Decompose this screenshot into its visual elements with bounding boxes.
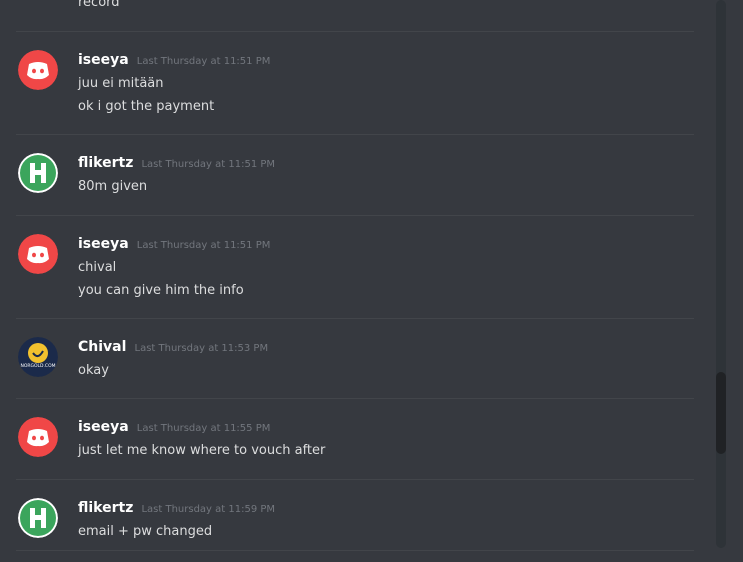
message-divider — [16, 550, 694, 551]
green-h-logo-icon — [18, 498, 58, 538]
message-divider — [16, 215, 694, 216]
username[interactable]: Chival — [78, 339, 126, 355]
username[interactable]: iseeya — [78, 236, 129, 252]
message-content: okay — [78, 359, 109, 382]
norgold-logo-icon: NORGOLD.COM — [18, 337, 58, 377]
message-text: ok i got the payment — [78, 99, 215, 114]
message-content: email + pw changed — [78, 520, 212, 543]
message-text: just let me know where to vouch after — [78, 443, 326, 458]
message-header: iseeya Last Thursday at 11:51 PM — [78, 234, 270, 255]
timestamp[interactable]: Last Thursday at 11:59 PM — [141, 504, 275, 515]
chat-message-list[interactable]: record iseeya Last Thursday at 11:51 PM … — [0, 0, 743, 562]
message-header: flikertz Last Thursday at 11:59 PM — [78, 498, 275, 519]
message-text-fragment: record — [78, 0, 120, 10]
message-divider — [16, 398, 694, 399]
username[interactable]: iseeya — [78, 52, 129, 68]
message-text: chival — [78, 260, 117, 275]
message-header: Chival Last Thursday at 11:53 PM — [78, 337, 268, 358]
user-avatar[interactable] — [18, 50, 58, 90]
user-avatar[interactable] — [18, 417, 58, 457]
message-content: just let me know where to vouch after — [78, 439, 325, 462]
timestamp[interactable]: Last Thursday at 11:51 PM — [137, 240, 271, 251]
message-text: juu ei mitään — [78, 76, 164, 91]
message-divider — [16, 134, 694, 135]
message-divider — [16, 318, 694, 319]
user-avatar[interactable] — [18, 153, 58, 193]
username[interactable]: flikertz — [78, 155, 133, 171]
user-avatar[interactable] — [18, 498, 58, 538]
user-avatar[interactable]: NORGOLD.COM — [18, 337, 58, 377]
message-text: 80m given — [78, 179, 148, 194]
discord-logo-icon — [18, 417, 58, 457]
message-content: chival you can give him the info — [78, 256, 244, 302]
timestamp[interactable]: Last Thursday at 11:55 PM — [137, 423, 271, 434]
message-text: okay — [78, 363, 109, 378]
message-divider — [16, 31, 694, 32]
timestamp[interactable]: Last Thursday at 11:53 PM — [135, 343, 269, 354]
discord-logo-icon — [18, 50, 58, 90]
username[interactable]: flikertz — [78, 500, 133, 516]
message-text: you can give him the info — [78, 283, 244, 298]
scrollbar-thumb[interactable] — [716, 372, 726, 454]
message-header: iseeya Last Thursday at 11:55 PM — [78, 417, 270, 438]
discord-logo-icon — [18, 234, 58, 274]
user-avatar[interactable] — [18, 234, 58, 274]
message-header: iseeya Last Thursday at 11:51 PM — [78, 50, 270, 71]
username[interactable]: iseeya — [78, 419, 129, 435]
timestamp[interactable]: Last Thursday at 11:51 PM — [137, 56, 271, 67]
message-content: juu ei mitään ok i got the payment — [78, 72, 214, 118]
timestamp[interactable]: Last Thursday at 11:51 PM — [141, 159, 275, 170]
message-text: email + pw changed — [78, 524, 213, 539]
green-h-logo-icon — [18, 153, 58, 193]
message-content: 80m given — [78, 175, 147, 198]
message-divider — [16, 479, 694, 480]
scrollbar-track[interactable] — [716, 0, 726, 548]
svg-text:NORGOLD.COM: NORGOLD.COM — [20, 363, 55, 369]
message-header: flikertz Last Thursday at 11:51 PM — [78, 153, 275, 174]
